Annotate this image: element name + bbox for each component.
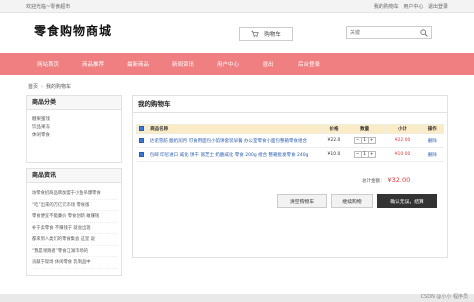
col-qty: 数量 <box>344 124 385 134</box>
top-link-cart[interactable]: 我的购物车 <box>374 4 399 10</box>
nav-user-center[interactable]: 用户中心 <box>217 60 239 68</box>
table-row: 包邮 印尼进口 威化 饼干 丽芝士 奶酪威化 零食 200g 组合 整箱批发零食… <box>136 147 444 162</box>
top-links: 我的购物车 用户中心 退出登录 <box>371 3 448 10</box>
search-icon[interactable] <box>420 29 428 37</box>
footer-bar <box>0 294 474 302</box>
nav-recommend[interactable]: 商品推荐 <box>82 60 104 68</box>
cart-title: 我的购物车 <box>133 96 447 113</box>
col-name: 商品名称 <box>146 124 324 134</box>
total-label: 总计金额： <box>362 179 385 184</box>
watermark: CSDN @小小 程序员 <box>420 294 468 300</box>
news-item[interactable]: “吃”出来的万亿元市场 零食版 <box>32 200 117 211</box>
quantity-value[interactable]: 1 <box>360 151 369 158</box>
price: ¥22.0 <box>322 133 346 148</box>
price: ¥10.0 <box>322 147 346 162</box>
category-item[interactable]: 饮品果冻 <box>32 124 121 132</box>
top-link-user-center[interactable]: 用户中心 <box>403 4 423 10</box>
cart-table: 商品名称 价格 数量 小计 操作 达诺雪舫 酸奶润月 可食用面包小馅饼套装早餐 … <box>135 124 444 162</box>
news-item[interactable]: 贡献于现场 休闲零食 乳制品中 <box>32 257 117 269</box>
delete-link[interactable]: 删除 <box>420 133 444 148</box>
nav-home[interactable]: 网站首页 <box>37 60 59 68</box>
nav-admin-login[interactable]: 后台登录 <box>298 60 320 68</box>
subtotal: ¥22.00 <box>384 133 421 148</box>
plus-button[interactable]: + <box>369 152 375 158</box>
total-row: 总计金额： ¥32.00 <box>362 176 410 184</box>
news-panel: 商品资讯 坊零食招商品牌加盟于小鱼吊爆零食 “吃”出来的万亿元市场 零食版 零食… <box>26 168 122 276</box>
nav-logout[interactable]: 退出 <box>262 60 273 68</box>
cart-header-row: 商品名称 价格 数量 小计 操作 <box>135 124 444 134</box>
plus-button[interactable]: + <box>369 138 375 144</box>
total-value: ¥32.00 <box>387 176 411 184</box>
select-all-checkbox[interactable] <box>139 126 145 131</box>
category-title: 商品分类 <box>27 96 121 110</box>
clear-cart-button[interactable]: 清空购物车 <box>277 194 327 208</box>
cart-icon <box>251 30 259 38</box>
col-price: 价格 <box>322 124 346 134</box>
quantity-value[interactable]: 1 <box>360 137 369 144</box>
breadcrumb-home[interactable]: 首页 <box>28 84 38 90</box>
welcome-text: 欢迎光临~零食超市 <box>26 4 71 10</box>
quantity-stepper: −1 + <box>353 137 376 144</box>
news-item[interactable]: “我是领跑者”零食江湖市场的 <box>32 246 117 257</box>
nav-news[interactable]: 新闻资讯 <box>172 60 194 68</box>
news-title: 商品资讯 <box>27 169 121 183</box>
product-link[interactable]: 达诺雪舫 酸奶润月 可食用面包小馅饼套装早餐 办公室零食小面包整箱零食组合 <box>146 133 323 148</box>
category-item[interactable]: 休闲零食 <box>32 132 121 140</box>
site-logo[interactable]: 零食购物商城 <box>34 22 112 39</box>
breadcrumb: 首页 › 我的购物车 <box>28 84 72 90</box>
product-link[interactable]: 包邮 印尼进口 威化 饼干 丽芝士 奶酪威化 零食 200g 组合 整箱批发零食… <box>146 147 323 162</box>
news-item[interactable]: 都来到人类们的零食集会 这里 说 <box>32 234 117 246</box>
breadcrumb-current: 我的购物车 <box>46 84 72 90</box>
search-box <box>346 26 432 39</box>
category-item[interactable]: 糖果蜜饯 <box>32 116 121 124</box>
delete-link[interactable]: 删除 <box>420 147 444 162</box>
main-nav: 网站首页 商品推荐 最新商品 新闻资讯 用户中心 退出 后台登录 <box>0 53 474 75</box>
cart-button[interactable]: 购物车 <box>239 27 293 41</box>
news-item[interactable]: 零食便宜不能廉价 零食创新 敢赚钱 <box>32 211 117 223</box>
nav-latest[interactable]: 最新商品 <box>127 60 149 68</box>
top-bar: 欢迎光临~零食超市 我的购物车 用户中心 退出登录 <box>0 0 474 13</box>
quantity-stepper: −1 + <box>353 151 376 158</box>
continue-shopping-button[interactable]: 继续购物 <box>331 194 373 208</box>
col-op: 操作 <box>420 124 444 134</box>
row-checkbox[interactable] <box>139 151 145 157</box>
category-panel: 商品分类 糖果蜜饯 饮品果冻 休闲零食 <box>26 95 122 163</box>
news-item[interactable]: 坊零食招商品牌加盟于小鱼吊爆零食 <box>32 188 117 200</box>
top-link-logout[interactable]: 退出登录 <box>428 4 448 10</box>
news-item[interactable]: 补于卖零食 不赚钱于 就会出现 <box>32 223 117 234</box>
row-checkbox[interactable] <box>139 137 145 143</box>
cart-button-label: 购物车 <box>264 32 281 38</box>
checkout-button[interactable]: 确认无误，结算 <box>377 194 437 208</box>
search-input[interactable] <box>347 27 417 38</box>
col-subtotal: 小计 <box>383 124 422 134</box>
table-row: 达诺雪舫 酸奶润月 可食用面包小馅饼套装早餐 办公室零食小面包整箱零食组合 ¥2… <box>136 133 444 148</box>
subtotal: ¥10.00 <box>384 147 421 162</box>
